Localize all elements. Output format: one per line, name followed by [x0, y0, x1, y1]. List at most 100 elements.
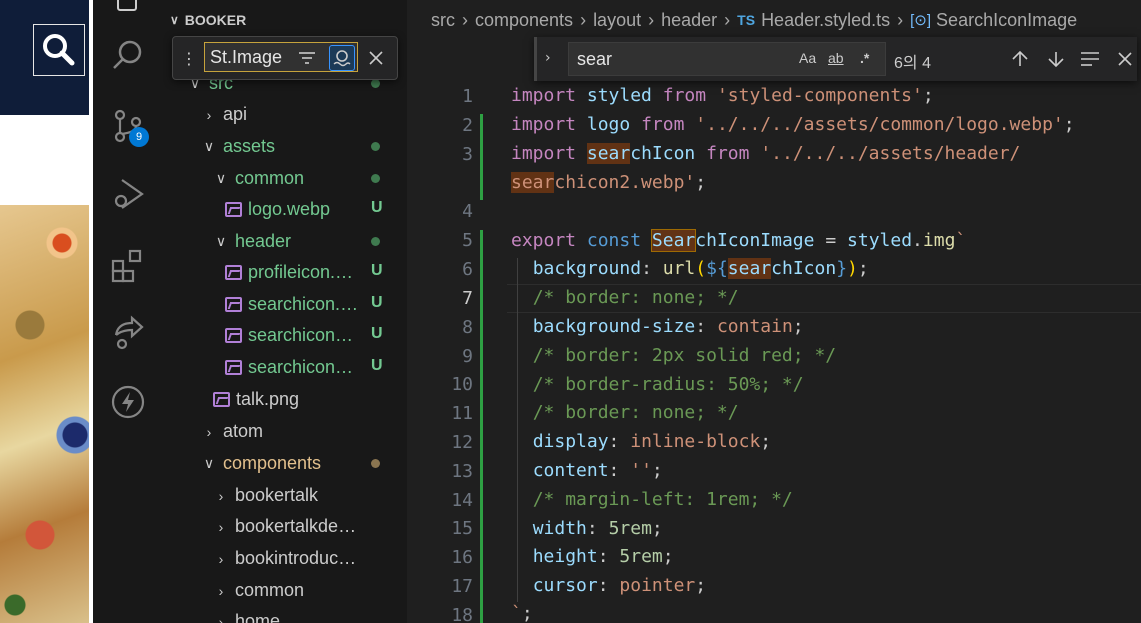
- tree-folder[interactable]: › bookertalkdetail: [163, 511, 407, 542]
- image-file-icon: [225, 297, 242, 312]
- breadcrumb: src › components › layout › header › TS Heade…: [431, 8, 1077, 32]
- find-widget: › sear Aa ab .* 6의 4: [534, 37, 1137, 81]
- code-line[interactable]: /* border: 2px solid red; */: [511, 345, 836, 366]
- tree-folder[interactable]: › api: [163, 99, 407, 130]
- fuzzy-match-icon[interactable]: [329, 45, 355, 71]
- chevron-down-icon: ∨: [215, 170, 227, 186]
- tree-item-label: profileicon.webp: [248, 262, 362, 282]
- tree-item-label: common: [235, 580, 305, 600]
- find-in-selection-button[interactable]: [1077, 46, 1103, 72]
- tree-folder[interactable]: › bookintroduction: [163, 543, 407, 574]
- activity-bar: 9: [93, 0, 163, 623]
- tree-item-label: components: [223, 453, 322, 473]
- git-status-dot: [371, 142, 380, 151]
- code-line[interactable]: /* margin-left: 1rem; */: [511, 489, 793, 510]
- code-line[interactable]: background: url(${searchIcon});: [511, 258, 869, 279]
- filter-icon[interactable]: [294, 45, 320, 71]
- close-find-button[interactable]: [1112, 46, 1138, 72]
- added-lines-indicator: [480, 230, 483, 623]
- site-search-button[interactable]: [33, 24, 85, 76]
- painting-image: [0, 205, 89, 623]
- workspace-name: BOOKER: [184, 12, 247, 28]
- code-line[interactable]: width: 5rem;: [511, 518, 663, 539]
- line-number: 6: [462, 259, 473, 280]
- tree-file[interactable]: talk.png: [163, 384, 407, 415]
- explorer-icon[interactable]: [106, 0, 150, 22]
- tree-folder[interactable]: › atom: [163, 416, 407, 447]
- code-line[interactable]: import logo from '../../../assets/common…: [511, 114, 1075, 135]
- code-line[interactable]: height: 5rem;: [511, 546, 674, 567]
- regex-toggle[interactable]: .*: [860, 50, 869, 66]
- tree-item-label: bookertalk: [235, 485, 319, 505]
- code-line[interactable]: `;: [511, 603, 533, 623]
- arrow-down-icon: [1048, 52, 1064, 68]
- line-number: 10: [451, 374, 473, 395]
- breadcrumb-item[interactable]: layout: [593, 10, 641, 31]
- thunder-client-icon[interactable]: [106, 380, 150, 424]
- chevron-right-icon: ›: [897, 9, 904, 30]
- whole-word-toggle[interactable]: ab: [828, 50, 844, 66]
- chevron-right-icon: ›: [462, 9, 468, 30]
- breadcrumb-item[interactable]: components: [475, 10, 573, 31]
- code-line[interactable]: cursor: pointer;: [511, 575, 706, 596]
- close-icon[interactable]: [363, 45, 389, 71]
- extensions-icon[interactable]: [106, 243, 150, 287]
- line-number: 4: [462, 201, 473, 222]
- editor-area: src › components › layout › header › TS Heade…: [407, 0, 1141, 623]
- line-number: 1: [462, 86, 473, 107]
- code-line[interactable]: import styled from 'styled-components';: [511, 85, 934, 106]
- code-line[interactable]: content: '';: [511, 460, 663, 481]
- line-number: 9: [462, 346, 473, 367]
- modified-lines-indicator: [480, 114, 483, 200]
- line-number: 2: [462, 115, 473, 136]
- code-line[interactable]: /* border: none; */: [511, 402, 739, 423]
- line-number: 8: [462, 317, 473, 338]
- code-line[interactable]: export const SearchIconImage = styled.im…: [511, 229, 966, 252]
- code-line[interactable]: import searchIcon from '../../../assets/…: [511, 143, 1020, 164]
- tree-folder[interactable]: › bookertalk: [163, 480, 407, 511]
- line-number: 5: [462, 230, 473, 251]
- next-match-button[interactable]: [1043, 46, 1069, 72]
- code-line[interactable]: searchicon2.webp';: [511, 172, 706, 193]
- breadcrumb-item[interactable]: src: [431, 10, 455, 31]
- run-debug-icon[interactable]: [106, 172, 150, 216]
- chevron-right-icon: ›: [206, 423, 212, 440]
- image-file-icon: [225, 360, 242, 375]
- line-number: 16: [451, 547, 473, 568]
- tree-item-label: header: [235, 231, 292, 251]
- git-status-untracked: U: [371, 294, 383, 311]
- tree-folder[interactable]: › common: [163, 575, 407, 606]
- git-status-untracked: U: [371, 325, 383, 342]
- previous-match-button[interactable]: [1007, 46, 1033, 72]
- tree-item-label: common: [235, 168, 305, 188]
- close-icon: [1118, 52, 1132, 66]
- git-status-untracked: U: [371, 262, 383, 279]
- image-file-icon: [225, 265, 242, 280]
- git-status-untracked: U: [371, 357, 383, 374]
- breadcrumb-item[interactable]: header: [661, 10, 717, 31]
- image-file-icon: [213, 392, 230, 407]
- git-status-dot: [371, 459, 380, 468]
- line-number: 15: [451, 518, 473, 539]
- tree-folder[interactable]: › home: [163, 606, 407, 623]
- code-line[interactable]: background-size: contain;: [511, 316, 804, 337]
- git-status-dot: [371, 237, 380, 246]
- search-icon[interactable]: [106, 33, 150, 77]
- line-number: 14: [451, 490, 473, 511]
- breadcrumb-symbol[interactable]: SearchIconImage: [936, 10, 1077, 31]
- code-line[interactable]: /* border-radius: 50%; */: [511, 374, 804, 395]
- image-file-icon: [225, 328, 242, 343]
- code-line[interactable]: /* border: none; */: [511, 287, 739, 308]
- remote-share-icon[interactable]: [106, 311, 150, 355]
- tree-item-label: searchicon.webp: [248, 294, 362, 314]
- breadcrumb-file[interactable]: Header.styled.ts: [761, 10, 890, 31]
- chevron-right-icon[interactable]: ›: [545, 50, 551, 66]
- code-line[interactable]: display: inline-block;: [511, 431, 771, 452]
- match-case-toggle[interactable]: Aa: [799, 50, 816, 66]
- explorer-panel: ∨ BOOKER ∨ src › api ∨ assets ∨ common logo.webp…: [163, 0, 407, 623]
- symbol-variable-icon: [⊙]: [910, 12, 932, 29]
- explorer-title[interactable]: ∨ BOOKER: [170, 9, 246, 31]
- chevron-right-icon: ›: [218, 582, 224, 599]
- line-number: 12: [451, 432, 473, 453]
- chevron-right-icon: ›: [218, 518, 224, 535]
